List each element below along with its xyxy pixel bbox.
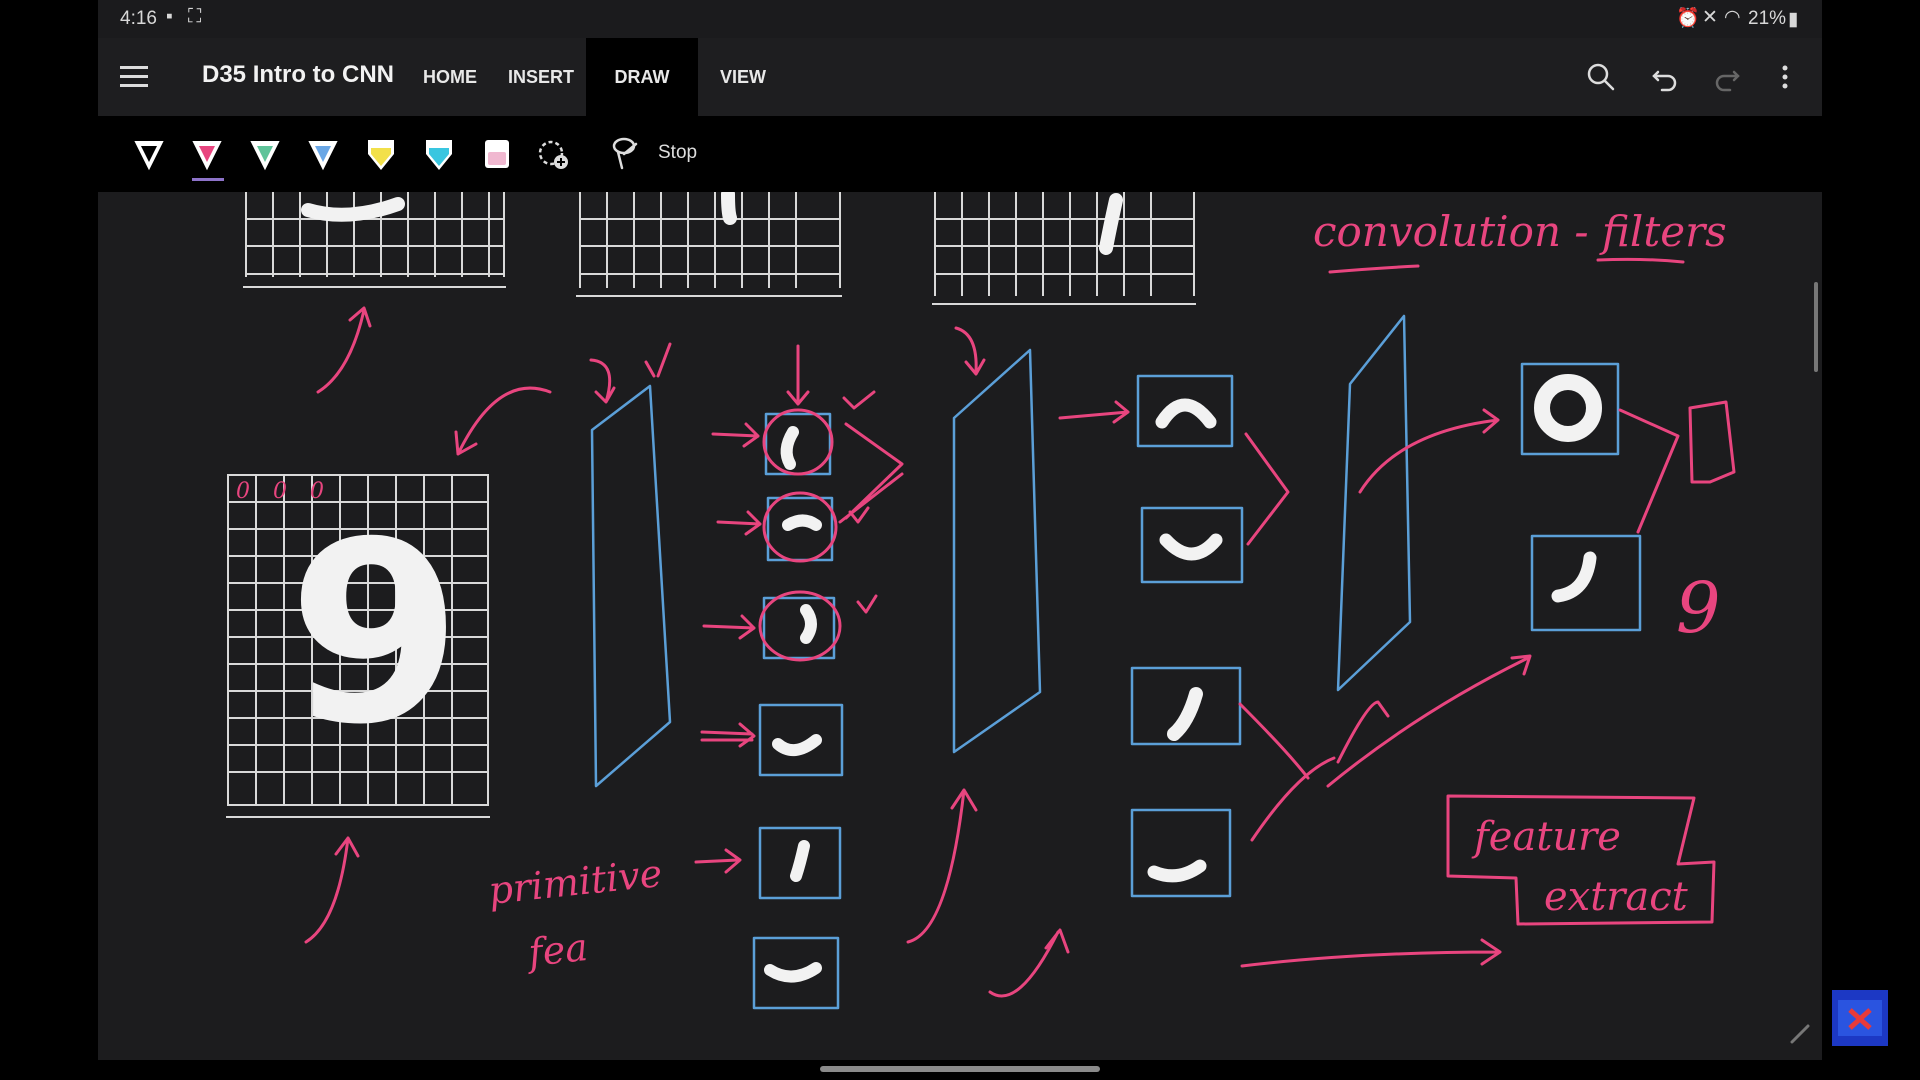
arrow-into-plane-2 (954, 326, 986, 376)
top-grid-left (243, 192, 506, 288)
pencil-icon[interactable] (1790, 1022, 1812, 1044)
tab-insert[interactable]: INSERT (508, 38, 574, 116)
undo-icon[interactable] (1650, 62, 1680, 92)
menu-icon[interactable] (120, 64, 148, 88)
filter-plane-1 (590, 384, 672, 788)
home-indicator[interactable] (820, 1066, 1100, 1072)
tab-view[interactable]: VIEW (720, 38, 766, 116)
draw-toolbar: Stop (98, 116, 1822, 192)
high-level-features (1520, 362, 1642, 632)
feature-extract-label: feature extract (1446, 794, 1716, 926)
input-digit: 9 (288, 488, 462, 779)
output-digit: 9 (1676, 567, 1721, 649)
eraser-icon[interactable] (478, 134, 516, 174)
arrows-to-high-features (1326, 654, 1532, 788)
tab-draw[interactable]: DRAW (586, 38, 698, 116)
svg-text:feature: feature (1471, 814, 1621, 860)
top-grid-right (932, 192, 1196, 305)
arrow-up-bottom-left (304, 836, 360, 944)
primitive-features (694, 344, 904, 1010)
pen-white-icon[interactable] (130, 134, 168, 174)
mute-icon: ✕ (1702, 7, 1718, 28)
svg-text:extract: extract (1544, 874, 1689, 920)
title-annotation: convolution - filters (1313, 207, 1727, 256)
lasso-icon[interactable] (610, 136, 642, 172)
add-pen-icon[interactable] (534, 134, 572, 174)
intermediate-features (988, 374, 1502, 998)
highlighter-cyan-icon[interactable] (420, 134, 458, 174)
ink-layer: convolution - filters 0 0 0 9 primitive … (226, 192, 1736, 1010)
filter-plane-2 (952, 348, 1042, 754)
status-bar: 4:16 ▪︎ ⛶ ⏰ ✕ ◠ 21% ▮ (98, 0, 1822, 38)
arrows-to-output (1618, 408, 1680, 534)
screenshot-icon: ⛶ (188, 6, 202, 27)
filter-plane-3 (1336, 314, 1412, 692)
status-time: 4:16 (120, 8, 157, 29)
arrow-to-high-feature (1358, 408, 1500, 494)
highlighter-yellow-icon[interactable] (362, 134, 400, 174)
output-neuron (1688, 400, 1736, 484)
vertical-scrollbar[interactable] (1814, 282, 1818, 372)
pen-pink-icon[interactable] (188, 134, 226, 181)
wifi-icon: ◠ (1724, 7, 1741, 28)
battery-level: 21% (1748, 8, 1787, 29)
battery-icon: ▮ (1788, 9, 1799, 30)
drawing-canvas[interactable]: convolution - filters 0 0 0 9 primitive … (98, 192, 1822, 1060)
input-image-grid: 0 0 0 9 (226, 474, 490, 818)
game-icon: ▪︎ (166, 6, 173, 27)
pen-blue-icon[interactable] (304, 134, 342, 174)
top-grid-middle (576, 192, 842, 297)
app-bar: D35 Intro to CNN HOME INSERT DRAW VIEW (98, 38, 1822, 116)
alarm-icon: ⏰ (1676, 8, 1700, 29)
tablet-screen: 4:16 ▪︎ ⛶ ⏰ ✕ ◠ 21% ▮ D35 Intro to CNN H… (98, 0, 1822, 1060)
arrow-curve-left (454, 386, 552, 456)
more-icon[interactable] (1778, 62, 1792, 92)
arrow-up-plane-2 (906, 788, 978, 944)
stop-button[interactable]: Stop (658, 142, 697, 164)
tab-home[interactable]: HOME (423, 38, 477, 116)
selected-pen-indicator (192, 178, 224, 181)
search-icon[interactable] (1586, 62, 1616, 92)
fea-label: fea (523, 925, 589, 975)
redo-icon[interactable] (1712, 62, 1742, 92)
channel-logo (1832, 990, 1888, 1046)
pen-green-icon[interactable] (246, 134, 284, 174)
page-title: D35 Intro to CNN (202, 61, 394, 88)
check-marks-top (589, 342, 672, 404)
primitive-label: primitive (486, 851, 664, 913)
